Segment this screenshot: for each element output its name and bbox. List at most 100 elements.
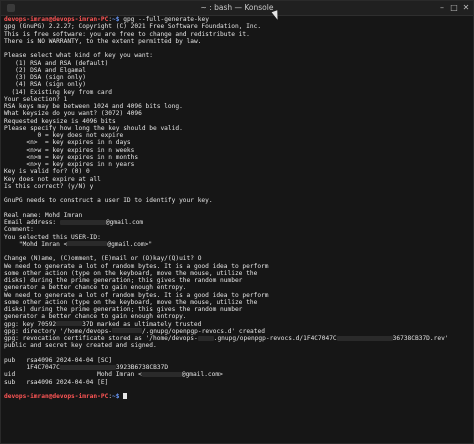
- output-text: Requested keysize is 4096 bits: [4, 117, 116, 125]
- text-cursor: [123, 393, 128, 399]
- output-text: disks) during the prime generation; this…: [4, 306, 243, 313]
- close-icon[interactable]: ✕: [461, 3, 471, 13]
- terminal-line: Your selection? 1: [4, 96, 470, 103]
- output-text: We need to generate a lot of random byte…: [4, 291, 269, 299]
- terminal-line: RSA keys may be between 1024 and 4096 bi…: [4, 103, 470, 110]
- redacted-text: [141, 371, 182, 377]
- output-text: <n>y = key expires in n years: [4, 161, 135, 168]
- output-text: GnuPG needs to construct a user ID to id…: [4, 197, 213, 205]
- output-text: <n> = key expires in n days: [4, 139, 131, 147]
- output-text: .gnupg/openpgp-revocs.d/1F4C7047C: [213, 335, 337, 342]
- terminal-line: Please specify how long the key should b…: [4, 125, 470, 132]
- terminal-window: ~ : bash — Konsole – □ ✕ devops-imran@de…: [0, 0, 474, 444]
- output-text: We need to generate a lot of random byte…: [4, 262, 269, 270]
- terminal-line: This is free software: you are free to c…: [4, 31, 470, 38]
- terminal-line: <n>w = key expires in n weeks: [4, 147, 470, 154]
- terminal-line: Change (N)ame, (C)omment, (E)mail or (O)…: [4, 255, 470, 262]
- redacted-text: [59, 219, 106, 225]
- output-text: (14) Existing key from card: [4, 88, 113, 96]
- output-text: 0 = key does not expire: [4, 132, 124, 139]
- command-text: gpg --full-generate-key: [123, 16, 209, 23]
- output-text: RSA keys may be between 1024 and 4096 bi…: [4, 103, 183, 110]
- redacted-text: [336, 335, 393, 341]
- terminal-line: 0 = key does not expire: [4, 132, 470, 139]
- output-text: Key is valid for? (0) 0: [4, 168, 90, 176]
- redacted-text: [197, 335, 214, 341]
- terminal-line: pub rsa4096 2024-04-04 [SC]: [4, 357, 470, 364]
- output-text: 37D marked as ultimately trusted: [82, 320, 202, 328]
- terminal-line: disks) during the prime generation; this…: [4, 277, 470, 284]
- prompt-user-host: devops-imran@devops-imran-PC: [4, 16, 109, 23]
- minimize-icon[interactable]: –: [437, 3, 447, 13]
- output-text: 3923B6738CB37D: [115, 364, 169, 371]
- terminal-line: <n>y = key expires in n years: [4, 161, 470, 168]
- output-text: There is NO WARRANTY, to the extent perm…: [4, 37, 202, 45]
- output-text: gpg: key 70592: [4, 320, 57, 328]
- terminal-line: some other action (type on the keyboard,…: [4, 299, 470, 306]
- output-text: Key does not expire at all: [4, 175, 101, 183]
- redacted-text: [56, 321, 83, 326]
- terminal-line: Real name: Mohd Imran: [4, 212, 470, 219]
- output-text: Real name: Mohd Imran: [4, 211, 83, 219]
- output-text: Is this correct? (y/N) y: [4, 182, 94, 190]
- output-text: 1F4C7047C: [4, 364, 60, 371]
- output-text: @gmail.com>": [107, 240, 153, 248]
- output-text: generator a better chance to gain enough…: [4, 284, 187, 292]
- terminal-line: devops-imran@devops-imran-PC:~$: [4, 393, 470, 400]
- terminal-line: devops-imran@devops-imran-PC:~$ gpg --fu…: [4, 16, 470, 23]
- terminal-line: sub rsa4096 2024-04-04 [E]: [4, 379, 470, 386]
- terminal-line: We need to generate a lot of random byte…: [4, 292, 470, 299]
- terminal-line: public and secret key created and signed…: [4, 342, 470, 349]
- output-text: /.gnupg/openpgp-revocs.d' created: [142, 327, 265, 335]
- output-text: (2) DSA and Elgamal: [4, 66, 86, 74]
- terminal-line: Key does not expire at all: [4, 176, 470, 183]
- terminal-line: We need to generate a lot of random byte…: [4, 263, 470, 270]
- terminal-line: some other action (type on the keyboard,…: [4, 270, 470, 277]
- output-text: sub rsa4096 2024-04-04 [E]: [4, 378, 109, 386]
- output-text: gpg: directory '/home/devops-: [4, 327, 113, 335]
- output-text: This is free software: you are free to c…: [4, 30, 250, 38]
- output-text: gpg: revocation certificate stored as '/…: [4, 335, 198, 342]
- terminal-line: <n> = key expires in n days: [4, 139, 470, 146]
- output-text: pub rsa4096 2024-04-04 [SC]: [4, 356, 113, 364]
- output-text: some other action (type on the keyboard,…: [4, 269, 258, 277]
- terminal-line: 1F4C7047C 3923B6738CB37D: [4, 364, 470, 371]
- terminal-line: gpg: revocation certificate stored as '/…: [4, 335, 470, 342]
- output-text: (3) DSA (sign only): [4, 74, 86, 81]
- output-text: generator a better chance to gain enough…: [4, 313, 187, 321]
- redacted-text: [67, 241, 108, 247]
- title-bar[interactable]: ~ : bash — Konsole – □ ✕: [1, 1, 473, 16]
- terminal-line: You selected this USER-ID:: [4, 234, 470, 241]
- terminal-line: What keysize do you want? (3072) 4096: [4, 110, 470, 117]
- output-text: Please select what kind of key you want:: [4, 52, 154, 60]
- terminal-line: gpg: key 70592 37D marked as ultimately t…: [4, 321, 470, 328]
- output-text: public and secret key created and signed…: [4, 342, 157, 350]
- output-text: (1) RSA and RSA (default): [4, 59, 109, 67]
- output-text: @gmail.com>: [181, 371, 223, 379]
- terminal-line: gpg (GnuPG) 2.2.27; Copyright (C) 2021 F…: [4, 23, 470, 30]
- window-title: ~ : bash — Konsole: [200, 3, 274, 12]
- output-text: What keysize do you want? (3072) 4096: [4, 110, 142, 118]
- prompt-user-host: devops-imran@devops-imran-PC: [4, 393, 109, 400]
- terminal-line: uid Mohd Imran < @gmail.com>: [4, 371, 470, 378]
- output-text: Change (N)ame, (C)omment, (E)mail or (O)…: [4, 255, 202, 263]
- terminal-line: (3) DSA (sign only): [4, 74, 470, 81]
- terminal-line: "Mohd Imran < @gmail.com>": [4, 241, 470, 248]
- terminal-output[interactable]: devops-imran@devops-imran-PC:~$ gpg --fu…: [4, 16, 470, 441]
- output-text: Email address:: [4, 219, 60, 226]
- output-text: Your selection? 1: [4, 95, 68, 103]
- maximize-icon[interactable]: □: [449, 3, 459, 13]
- terminal-line: generator a better chance to gain enough…: [4, 284, 470, 291]
- prompt-path: ~$: [112, 16, 120, 23]
- output-text: <n>m = key expires in n months: [4, 153, 139, 161]
- terminal-line: (2) DSA and Elgamal: [4, 67, 470, 74]
- output-text: <n>w = key expires in n weeks: [4, 146, 135, 154]
- output-text: You selected this USER-ID:: [4, 233, 101, 241]
- terminal-line: There is NO WARRANTY, to the extent perm…: [4, 38, 470, 45]
